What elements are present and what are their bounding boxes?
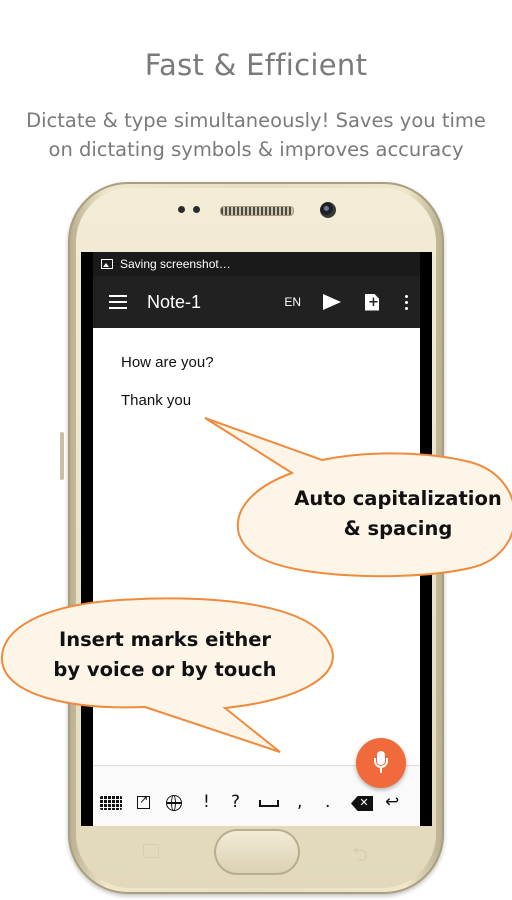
status-bar: Saving screenshot… [93, 252, 420, 276]
app-toolbar: Note-1 EN [93, 276, 420, 328]
open-external-icon[interactable] [137, 793, 150, 809]
globe-icon[interactable] [166, 795, 182, 811]
note-line[interactable]: Thank you [121, 392, 191, 409]
sensor-dot [193, 206, 200, 213]
sensor-dot [178, 206, 185, 213]
callout-insert-marks-line-1: Insert marks either [58, 628, 272, 651]
key-question[interactable]: ? [231, 792, 240, 812]
new-document-icon[interactable] [365, 293, 379, 311]
callout-insert-marks-line-2: by voice or by touch [53, 658, 277, 681]
promo-subline: Dictate & type simultaneously! Saves you… [0, 106, 512, 164]
promo-subline-line-1: Dictate & type simultaneously! Saves you… [26, 109, 486, 132]
more-vert-icon[interactable] [405, 294, 408, 310]
hamburger-icon[interactable] [109, 295, 127, 309]
phone-side-button [60, 432, 64, 480]
callout-insert-marks-text: Insert marks either by voice or by touch [40, 625, 290, 685]
back-icon[interactable]: ⮌ [352, 840, 368, 874]
callout-capitalization-line-2: & spacing [343, 517, 453, 540]
status-notification: Saving screenshot… [120, 257, 231, 271]
language-button[interactable]: EN [284, 295, 301, 309]
space-icon[interactable] [259, 800, 279, 807]
enter-icon[interactable]: ↩ [385, 792, 399, 812]
callout-capitalization-text: Auto capitalization & spacing [278, 484, 512, 544]
backspace-icon[interactable]: ✕ [351, 796, 373, 811]
microphone-button[interactable] [356, 738, 406, 788]
key-comma[interactable]: , [297, 792, 302, 812]
note-title: Note-1 [147, 291, 202, 312]
callout-capitalization-line-1: Auto capitalization [294, 487, 502, 510]
promo-headline: Fast & Efficient [144, 48, 368, 82]
promo-subline-line-2: on dictating symbols & improves accuracy [48, 138, 464, 161]
earpiece-grille [220, 206, 294, 216]
keyboard-icon[interactable] [100, 796, 122, 810]
key-period[interactable]: . [325, 792, 330, 812]
note-line[interactable]: How are you? [121, 354, 214, 371]
key-exclamation[interactable]: ! [203, 792, 210, 812]
send-icon[interactable] [323, 294, 341, 310]
front-camera [320, 202, 336, 218]
home-button[interactable] [214, 829, 300, 875]
recents-icon[interactable] [143, 844, 159, 858]
image-icon [101, 259, 113, 269]
